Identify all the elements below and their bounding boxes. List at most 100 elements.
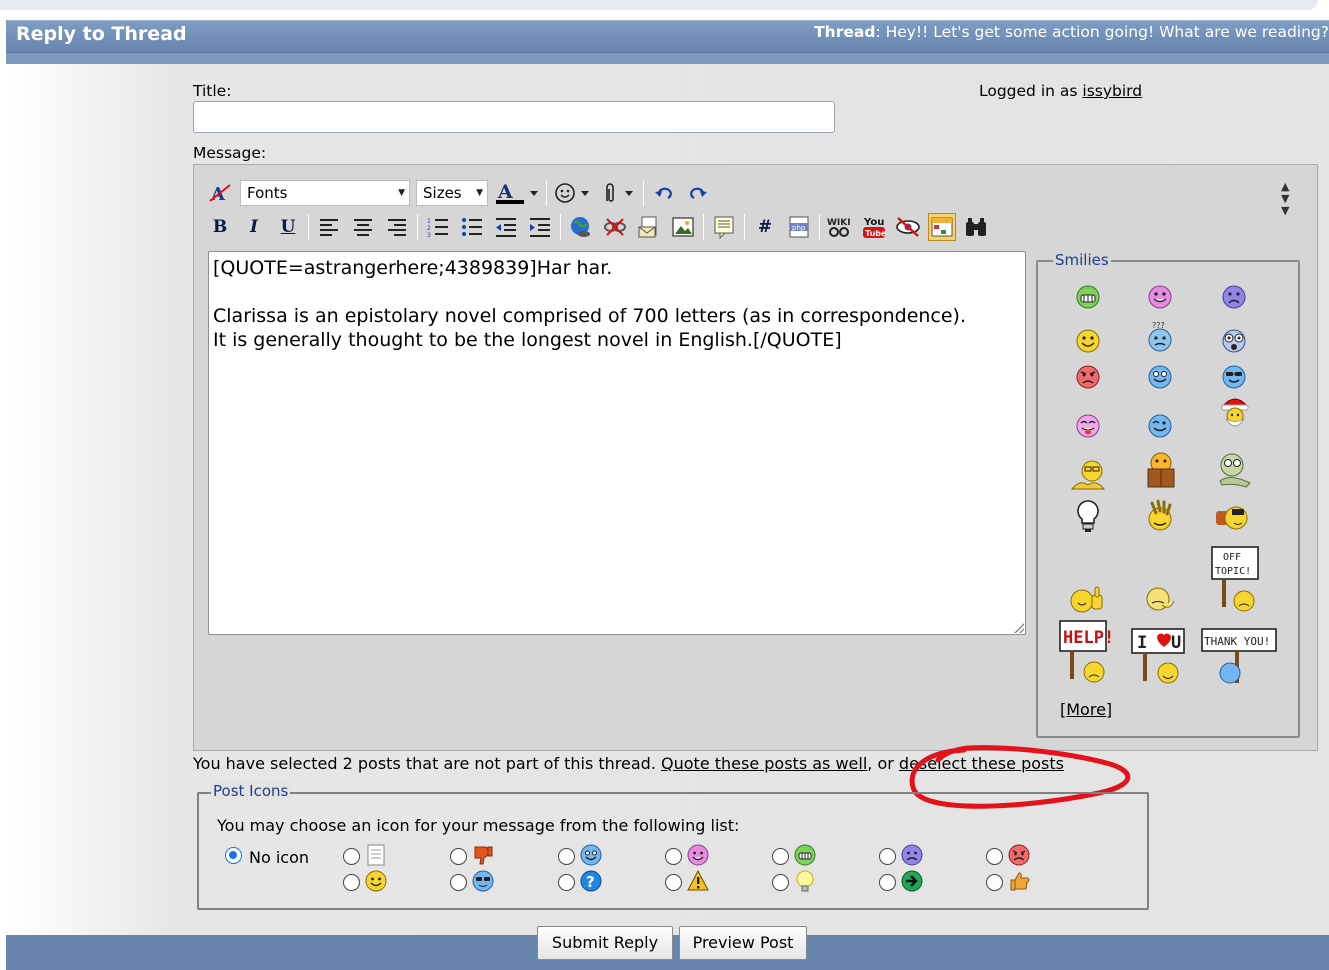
- radio-icon-question[interactable]: [558, 874, 575, 891]
- radio-icon-cool[interactable]: [450, 874, 467, 891]
- align-left-icon[interactable]: [315, 213, 343, 241]
- smiley-confused-icon[interactable]: ???: [1145, 321, 1175, 352]
- more-smilies-link[interactable]: [More]: [1060, 700, 1112, 719]
- smiley-reading-icon[interactable]: [1068, 457, 1108, 493]
- smiley-blue-icon[interactable]: [1145, 362, 1175, 392]
- radio-icon-pink-smile[interactable]: [665, 848, 682, 865]
- indent-icon[interactable]: [526, 213, 554, 241]
- smiley-grin-icon[interactable]: [1073, 282, 1103, 312]
- lightbulb-icon[interactable]: [1073, 499, 1103, 535]
- smiley-shrug-icon[interactable]: [1142, 583, 1176, 615]
- resize-grip-icon[interactable]: [1012, 621, 1024, 633]
- logged-in-prefix: Logged in as: [979, 82, 1083, 100]
- radio-icon-thumbsup[interactable]: [986, 874, 1003, 891]
- bold-button[interactable]: B: [206, 213, 234, 241]
- attachment-button[interactable]: [599, 179, 637, 207]
- radio-icon-arrow[interactable]: [879, 874, 896, 891]
- smiley-cool-icon[interactable]: [1219, 362, 1249, 392]
- thread-title: : Hey!! Let's get some action going! Wha…: [875, 23, 1329, 41]
- title-input[interactable]: [193, 101, 835, 133]
- radio-icon-blue-smile[interactable]: [558, 848, 575, 865]
- insert-link-icon[interactable]: [567, 213, 595, 241]
- insert-email-icon[interactable]: [635, 213, 663, 241]
- preview-post-button[interactable]: Preview Post: [679, 926, 807, 960]
- arrow-right-icon: [901, 870, 923, 892]
- smiley-thumbsup-icon[interactable]: [1070, 585, 1106, 615]
- wiki-icon[interactable]: WIKI: [826, 213, 854, 241]
- radio-icon-sad[interactable]: [879, 848, 896, 865]
- message-textarea[interactable]: [QUOTE=astrangerhere;4389839]Har har. Cl…: [208, 251, 1026, 635]
- smiley-eek-icon[interactable]: [1219, 326, 1249, 356]
- unordered-list-icon[interactable]: [458, 213, 486, 241]
- iu-sign-u: U: [1171, 633, 1181, 653]
- radio-icon-mad[interactable]: [986, 848, 1003, 865]
- redo-icon[interactable]: [684, 179, 712, 207]
- font-select[interactable]: Fonts ▼: [240, 180, 410, 206]
- smiley-sleepy-icon[interactable]: [1214, 451, 1254, 491]
- smiley-wave-icon[interactable]: [1142, 497, 1180, 535]
- find-binoculars-icon[interactable]: [962, 213, 990, 241]
- thumbs-down-icon: [472, 844, 494, 866]
- table-insert-icon[interactable]: [928, 213, 956, 241]
- youtube-icon[interactable]: You Tube: [860, 213, 888, 241]
- form-title: Reply to Thread: [16, 23, 187, 45]
- more-smilies-label[interactable]: [More]: [1060, 700, 1112, 719]
- selection-note-middle: , or: [867, 754, 899, 773]
- smiley-tongue-icon[interactable]: [1073, 411, 1103, 441]
- help-sign-text: HELP!: [1063, 628, 1112, 648]
- radio-no-icon[interactable]: [225, 847, 242, 864]
- smiley-smile-icon[interactable]: [1073, 326, 1103, 356]
- size-select[interactable]: Sizes ▼: [416, 180, 488, 206]
- undo-icon[interactable]: [650, 179, 678, 207]
- smiley-insert-button[interactable]: [553, 179, 593, 207]
- toolbar-row-2: B I U 123 # php WIKI You Tube: [206, 213, 996, 241]
- smiley-santa-icon[interactable]: [1219, 398, 1249, 429]
- insert-image-icon[interactable]: [669, 213, 697, 241]
- smilies-legend: Smilies: [1053, 251, 1111, 269]
- svg-text:2: 2: [427, 225, 431, 232]
- quote-icon[interactable]: [710, 213, 738, 241]
- smile-icon: [365, 870, 387, 892]
- post-icons-fieldset: Post Icons You may choose an icon for yo…: [197, 782, 1149, 910]
- smiley-sad-icon[interactable]: [1219, 282, 1249, 312]
- sad-icon: [901, 844, 923, 866]
- align-right-icon[interactable]: [383, 213, 411, 241]
- top-strip: [0, 0, 1329, 20]
- offtopic-line-2: TOPIC!: [1215, 566, 1251, 577]
- submit-reply-button[interactable]: Submit Reply: [537, 926, 673, 960]
- radio-icon-warning[interactable]: [665, 874, 682, 891]
- radio-icon-document[interactable]: [343, 848, 360, 865]
- smiley-wink-icon[interactable]: [1145, 411, 1175, 441]
- remove-link-icon[interactable]: [601, 213, 629, 241]
- smiley-mad-icon[interactable]: [1073, 362, 1103, 392]
- code-hash-button[interactable]: #: [751, 213, 779, 241]
- smiley-book-icon[interactable]: [1142, 451, 1180, 491]
- offtopic-sign-icon[interactable]: OFF TOPIC!: [1210, 545, 1262, 613]
- align-center-icon[interactable]: [349, 213, 377, 241]
- pink-smile-icon: [687, 844, 709, 866]
- php-code-icon[interactable]: php: [785, 213, 813, 241]
- document-icon: [365, 844, 387, 866]
- underline-button[interactable]: U: [274, 213, 302, 241]
- italic-button[interactable]: I: [240, 213, 268, 241]
- ordered-list-icon[interactable]: 123: [424, 213, 452, 241]
- outdent-icon[interactable]: [492, 213, 520, 241]
- i-love-u-sign-icon[interactable]: IU: [1130, 627, 1190, 685]
- thank-you-sign-icon[interactable]: THANK YOU!: [1200, 627, 1278, 685]
- chevron-down-icon: ▼: [398, 188, 405, 198]
- remove-format-icon[interactable]: A: [206, 179, 234, 207]
- quote-posts-link[interactable]: Quote these posts as well: [661, 754, 867, 773]
- text-color-button[interactable]: A: [494, 179, 540, 207]
- radio-icon-thumbsdown[interactable]: [450, 848, 467, 865]
- radio-icon-lightbulb[interactable]: [772, 874, 789, 891]
- spoiler-icon[interactable]: [894, 213, 922, 241]
- username-link[interactable]: issybird: [1082, 82, 1142, 100]
- help-sign-icon[interactable]: HELP!: [1058, 619, 1112, 683]
- offtopic-line-1: OFF: [1223, 552, 1241, 563]
- radio-icon-smile[interactable]: [343, 874, 360, 891]
- radio-icon-grin[interactable]: [772, 848, 789, 865]
- smiley-pink-icon[interactable]: [1145, 282, 1175, 312]
- smiley-sick-icon[interactable]: [1214, 503, 1254, 535]
- editor-resize-arrows[interactable]: ▲ ▼ ▼: [1281, 181, 1289, 217]
- mad-icon: [1008, 844, 1030, 866]
